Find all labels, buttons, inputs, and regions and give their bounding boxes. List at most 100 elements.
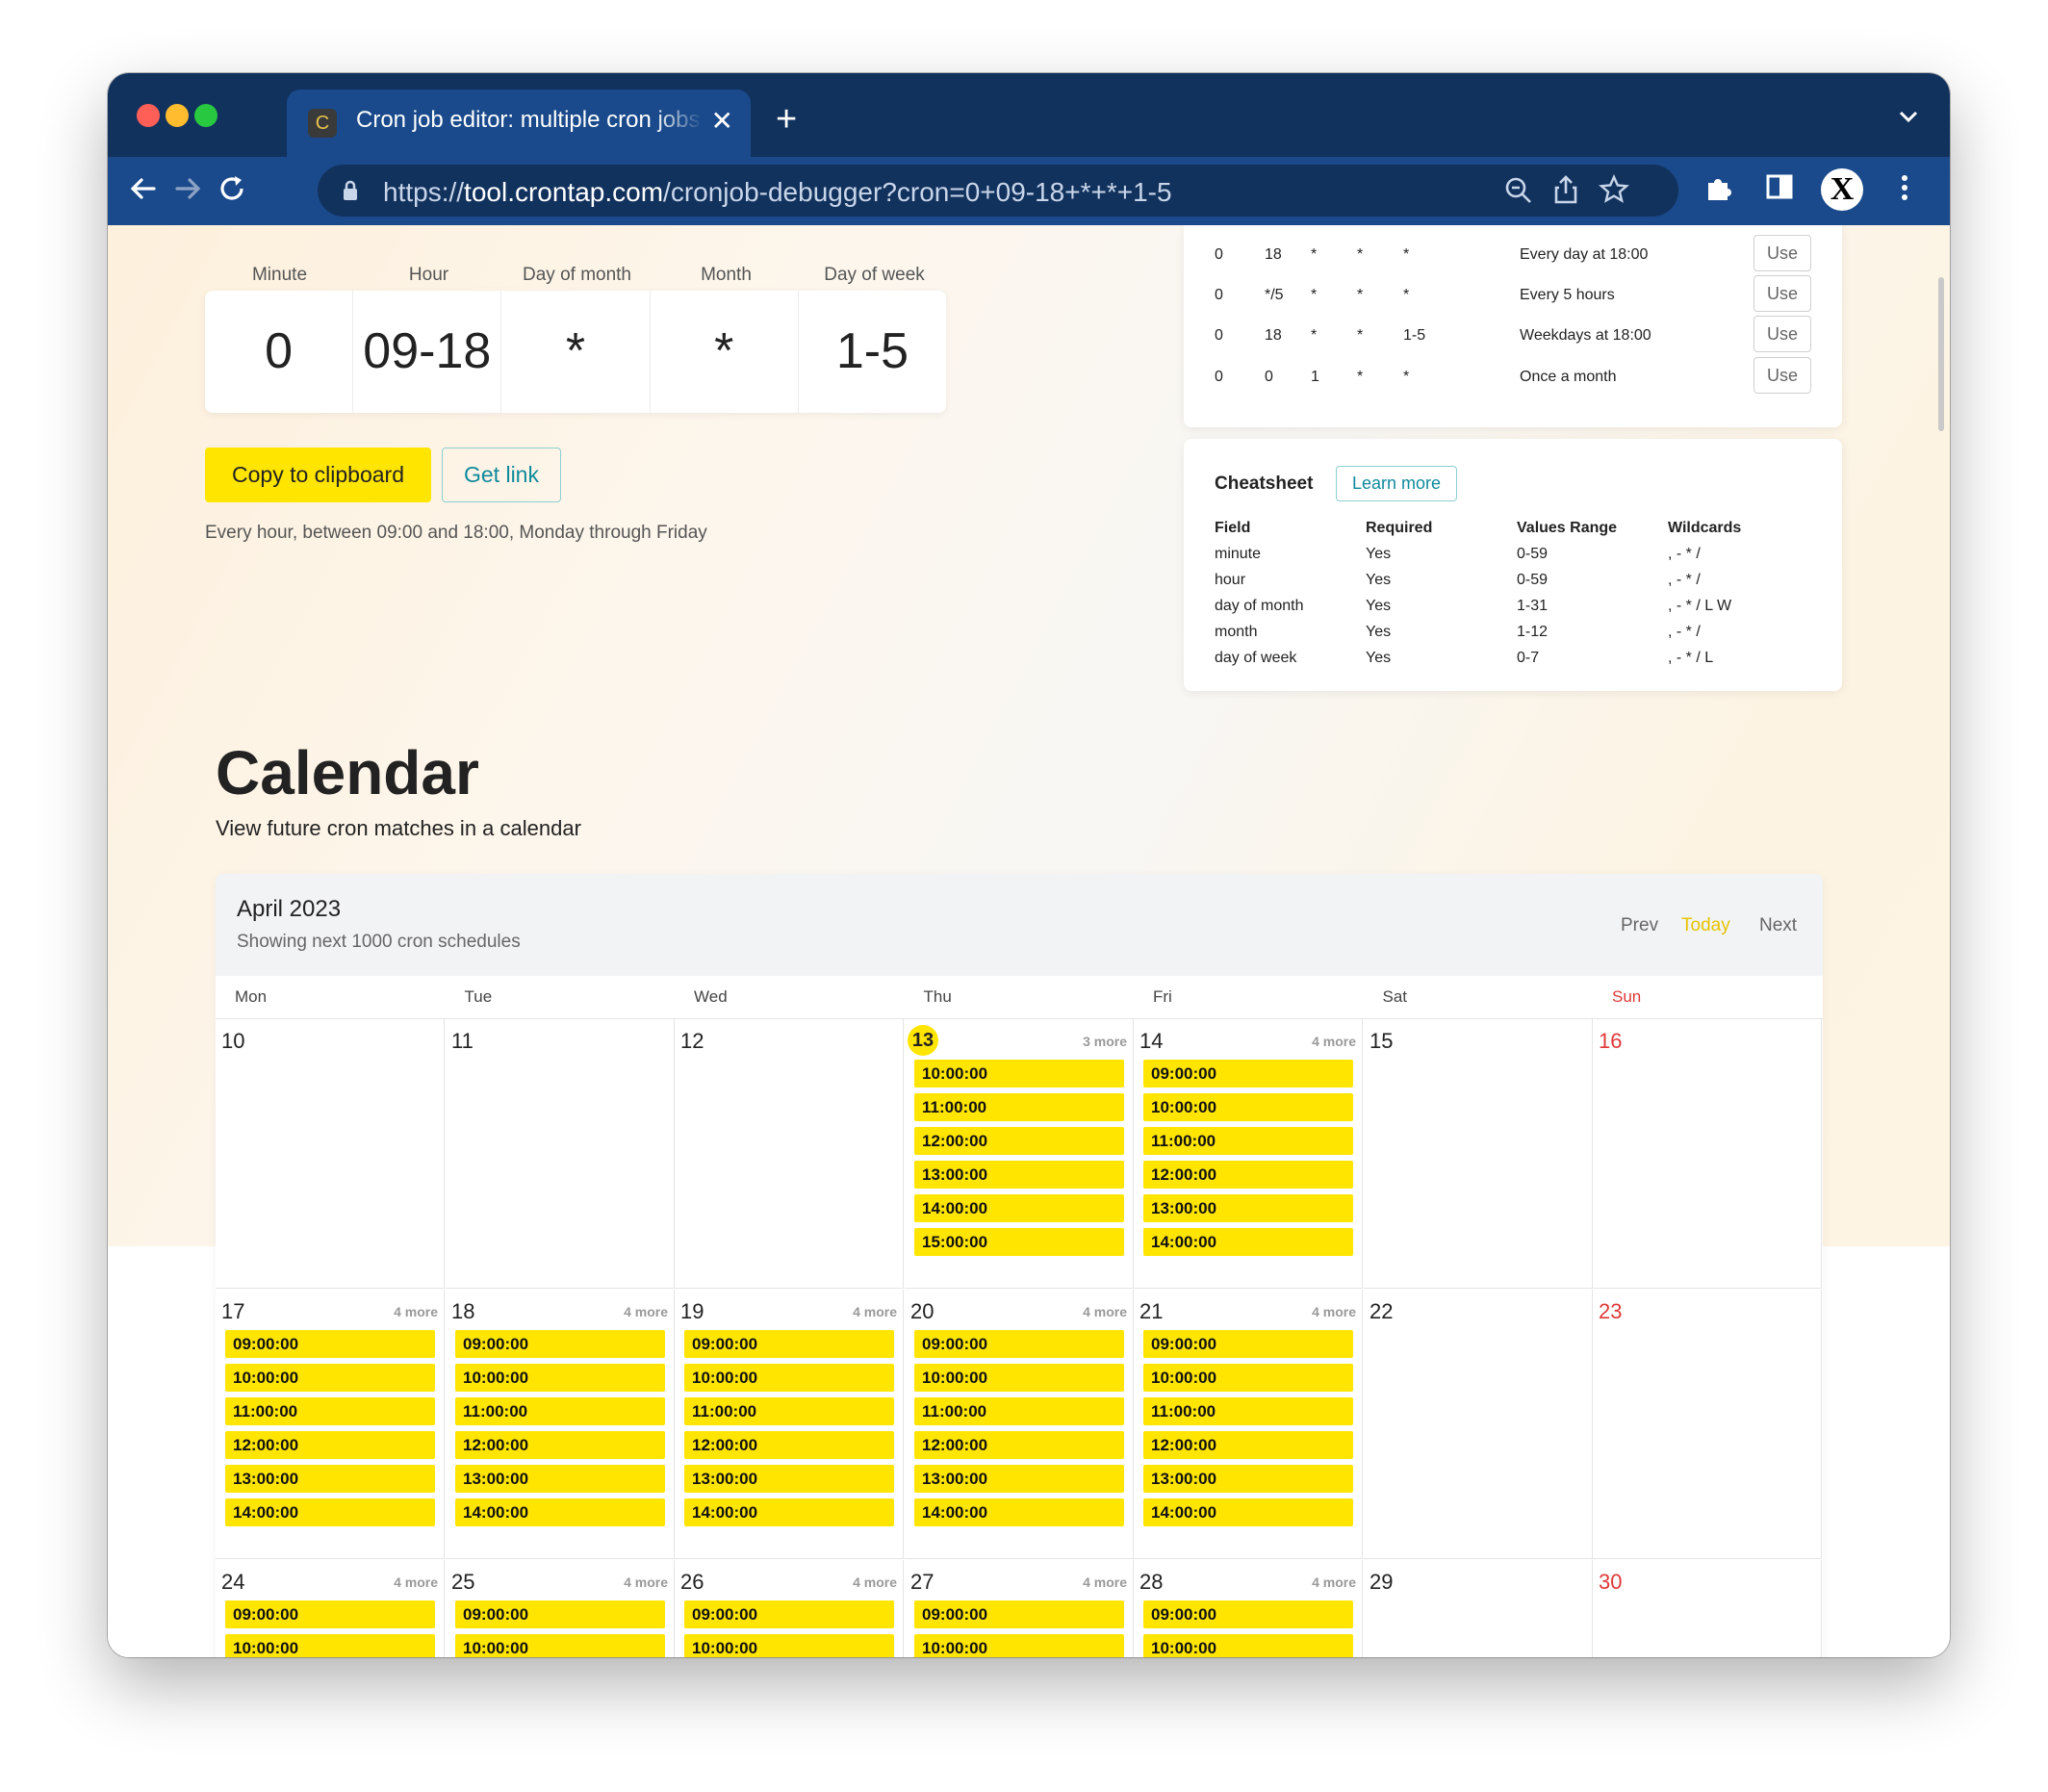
calendar-event[interactable]: 10:00:00 [1143,1634,1353,1657]
bookmark-star-icon[interactable] [1599,174,1629,210]
browser-tab[interactable]: C Cron job editor: multiple cron jobs ✕ [287,90,751,157]
minute-field[interactable]: 0 [205,291,354,413]
use-button[interactable]: Use [1754,316,1811,352]
calendar-event[interactable]: 09:00:00 [1143,1060,1353,1088]
calendar-event[interactable]: 12:00:00 [1143,1431,1353,1459]
vertical-scrollbar[interactable] [1938,277,1944,431]
minimize-window-button[interactable] [166,104,189,127]
calendar-day-cell[interactable]: 19 4 more 09:00:00 10:00:00 11:00:00 12:00:00… [675,1290,904,1559]
use-button[interactable]: Use [1754,275,1811,312]
month-field[interactable]: * [651,291,799,413]
new-tab-icon[interactable]: + [776,101,797,138]
share-icon[interactable] [1552,174,1579,210]
use-button[interactable]: Use [1754,235,1811,271]
calendar-event[interactable]: 10:00:00 [914,1060,1124,1088]
profile-avatar[interactable]: X [1821,168,1863,211]
calendar-event[interactable]: 09:00:00 [455,1330,665,1358]
calendar-event[interactable]: 10:00:00 [455,1364,665,1392]
more-events-link[interactable]: 3 more [1083,1034,1127,1049]
calendar-event[interactable]: 12:00:00 [1143,1161,1353,1189]
calendar-event[interactable]: 11:00:00 [455,1397,665,1425]
more-events-link[interactable]: 4 more [624,1574,668,1590]
calendar-event[interactable]: 14:00:00 [1143,1228,1353,1256]
copy-to-clipboard-button[interactable]: Copy to clipboard [205,448,431,502]
calendar-event[interactable]: 10:00:00 [225,1634,435,1657]
url-text[interactable]: https://tool.crontap.com/cronjob-debugge… [383,177,1172,208]
calendar-event[interactable]: 11:00:00 [1143,1397,1353,1425]
calendar-event[interactable]: 14:00:00 [914,1194,1124,1222]
calendar-day-cell[interactable]: 27 4 more 09:00:00 10:00:00 [905,1560,1134,1657]
calendar-event[interactable]: 13:00:00 [684,1465,894,1493]
day-of-month-field[interactable]: * [501,291,651,413]
calendar-day-cell[interactable]: 23 [1593,1290,1822,1559]
calendar-event[interactable]: 11:00:00 [914,1397,1124,1425]
calendar-day-cell[interactable]: 16 [1593,1019,1822,1289]
calendar-event[interactable]: 14:00:00 [1143,1498,1353,1526]
calendar-event[interactable]: 09:00:00 [225,1330,435,1358]
calendar-event[interactable]: 10:00:00 [684,1364,894,1392]
more-events-link[interactable]: 4 more [394,1304,438,1319]
calendar-event[interactable]: 12:00:00 [684,1431,894,1459]
calendar-event[interactable]: 13:00:00 [914,1161,1124,1189]
calendar-event[interactable]: 10:00:00 [225,1364,435,1392]
calendar-day-cell[interactable]: 13 3 more 10:00:00 11:00:00 12:00:00 13:00:00… [905,1019,1134,1289]
calendar-event[interactable]: 15:00:00 [914,1228,1124,1256]
zoom-icon[interactable] [1504,176,1533,210]
calendar-day-cell[interactable]: 11 [446,1019,675,1289]
extensions-puzzle-icon[interactable] [1703,172,1734,211]
calendar-event[interactable]: 10:00:00 [684,1634,894,1657]
calendar-event[interactable]: 09:00:00 [684,1330,894,1358]
calendar-event[interactable]: 10:00:00 [455,1634,665,1657]
next-button[interactable]: Next [1759,915,1797,936]
calendar-day-cell[interactable]: 25 4 more 09:00:00 10:00:00 [446,1560,675,1657]
more-events-link[interactable]: 4 more [394,1574,438,1590]
calendar-event[interactable]: 09:00:00 [684,1600,894,1628]
hour-field[interactable]: 09-18 [353,291,502,413]
calendar-event[interactable]: 13:00:00 [455,1465,665,1493]
more-events-link[interactable]: 4 more [1312,1304,1356,1319]
close-window-button[interactable] [137,104,160,127]
calendar-day-cell[interactable]: 18 4 more 09:00:00 10:00:00 11:00:00 12:00:00… [446,1290,675,1559]
calendar-event[interactable]: 14:00:00 [914,1498,1124,1526]
more-events-link[interactable]: 4 more [1312,1034,1356,1049]
calendar-day-cell[interactable]: 22 [1364,1290,1593,1559]
calendar-event[interactable]: 11:00:00 [1143,1127,1353,1155]
day-of-week-field[interactable]: 1-5 [799,291,946,413]
calendar-day-cell[interactable]: 24 4 more 09:00:00 10:00:00 [216,1560,445,1657]
more-events-link[interactable]: 4 more [624,1304,668,1319]
today-button[interactable]: Today [1681,915,1730,936]
maximize-window-button[interactable] [194,104,218,127]
calendar-event[interactable]: 09:00:00 [914,1330,1124,1358]
calendar-event[interactable]: 13:00:00 [914,1465,1124,1493]
calendar-event[interactable]: 12:00:00 [914,1431,1124,1459]
more-events-link[interactable]: 4 more [1083,1304,1127,1319]
calendar-event[interactable]: 10:00:00 [914,1634,1124,1657]
calendar-day-cell[interactable]: 17 4 more 09:00:00 10:00:00 11:00:00 12:00:00… [216,1290,445,1559]
side-panel-icon[interactable] [1765,172,1794,209]
calendar-event[interactable]: 12:00:00 [225,1431,435,1459]
calendar-day-cell[interactable]: 21 4 more 09:00:00 10:00:00 11:00:00 12:00:00… [1134,1290,1363,1559]
calendar-event[interactable]: 13:00:00 [225,1465,435,1493]
calendar-event[interactable]: 14:00:00 [684,1498,894,1526]
calendar-event[interactable]: 11:00:00 [225,1397,435,1425]
calendar-day-cell[interactable]: 30 [1593,1560,1822,1657]
tab-close-icon[interactable]: ✕ [711,105,733,138]
back-arrow-icon[interactable] [127,172,160,213]
calendar-event[interactable]: 12:00:00 [914,1127,1124,1155]
calendar-day-cell[interactable]: 28 4 more 09:00:00 10:00:00 [1134,1560,1363,1657]
forward-arrow-icon[interactable] [171,172,204,213]
calendar-event[interactable]: 10:00:00 [914,1364,1124,1392]
calendar-day-cell[interactable]: 20 4 more 09:00:00 10:00:00 11:00:00 12:00:00… [905,1290,1134,1559]
calendar-day-cell[interactable]: 26 4 more 09:00:00 10:00:00 [675,1560,904,1657]
calendar-event[interactable]: 09:00:00 [1143,1600,1353,1628]
calendar-event[interactable]: 10:00:00 [1143,1364,1353,1392]
calendar-event[interactable]: 09:00:00 [455,1600,665,1628]
calendar-day-cell[interactable]: 14 4 more 09:00:00 10:00:00 11:00:00 12:00:00… [1134,1019,1363,1289]
calendar-event[interactable]: 10:00:00 [1143,1093,1353,1121]
calendar-event[interactable]: 12:00:00 [455,1431,665,1459]
get-link-button[interactable]: Get link [442,448,561,502]
calendar-event[interactable]: 09:00:00 [1143,1330,1353,1358]
reload-icon[interactable] [216,172,248,213]
calendar-event[interactable]: 13:00:00 [1143,1194,1353,1222]
more-events-link[interactable]: 4 more [853,1574,897,1590]
